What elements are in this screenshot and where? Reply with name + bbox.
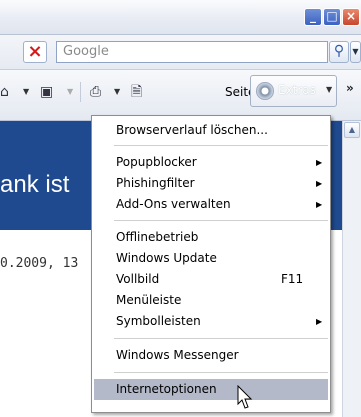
menu-item-browserverlauf[interactable]: Browserverlauf löschen... (92, 120, 330, 141)
search-options-dropdown[interactable]: ▼ (350, 41, 361, 63)
menu-item-popupblocker[interactable]: Popupblocker ▶ (92, 152, 330, 173)
menu-item-label: Browserverlauf löschen... (116, 123, 268, 137)
feeds-icon[interactable]: ▣ (40, 81, 53, 103)
close-button[interactable]: × (342, 8, 360, 26)
menu-item-label: Add-Ons verwalten (116, 197, 231, 211)
minimize-button[interactable]: _ (304, 8, 322, 26)
vertical-scrollbar[interactable]: ▲ (342, 121, 361, 417)
scroll-up-arrow-icon[interactable]: ▲ (344, 122, 360, 138)
home-dropdown-arrow[interactable]: ▼ (23, 81, 29, 103)
submenu-arrow-icon: ▶ (316, 179, 323, 188)
menu-item-vollbild[interactable]: Vollbild F11 (92, 269, 330, 290)
banner-text: ank ist (0, 171, 70, 198)
print-dropdown-arrow[interactable]: ▼ (114, 81, 120, 103)
toolbar-overflow-chevron-icon[interactable]: » (346, 81, 354, 95)
menu-item-label: Phishingfilter (116, 176, 195, 190)
home-icon[interactable]: ⌂ (0, 81, 9, 103)
menu-item-offlinebetrieb[interactable]: Offlinebetrieb (92, 227, 330, 248)
title-bar: _ □ × (0, 0, 361, 35)
menu-item-menueleiste[interactable]: Menüleiste (92, 290, 330, 311)
mouse-cursor-icon (237, 385, 253, 409)
address-search-bar: × Google ⚲ ▼ (0, 35, 361, 70)
command-bar: ⌂ ▼ ▣ ▼ ⎙ ▼ 🗎 Seite ▼ Extras ▼ » (0, 70, 361, 121)
menu-separator (114, 338, 328, 339)
menu-item-label: Symbolleisten (116, 314, 201, 328)
menu-item-label: Offlinebetrieb (116, 230, 199, 244)
menu-item-phishingfilter[interactable]: Phishingfilter ▶ (92, 173, 330, 194)
menu-item-label: Windows Update (116, 251, 217, 265)
toolbar-separator (80, 82, 81, 102)
menu-item-label: Popupblocker (116, 155, 197, 169)
page-icon[interactable]: 🗎 (131, 81, 142, 103)
submenu-arrow-icon: ▶ (316, 200, 323, 209)
menu-item-label: Menüleiste (116, 293, 182, 307)
shortcut-label: F11 (281, 272, 304, 286)
menu-item-label: Vollbild (116, 272, 160, 286)
menu-separator (114, 145, 328, 146)
menu-separator (114, 220, 328, 221)
extras-dropdown-menu: Browserverlauf löschen... Popupblocker ▶… (91, 115, 331, 413)
menu-item-windows-update[interactable]: Windows Update (92, 248, 330, 269)
maximize-button[interactable]: □ (323, 8, 341, 26)
print-icon[interactable]: ⎙ (90, 81, 101, 103)
search-icon[interactable]: ⚲ (329, 41, 349, 63)
submenu-arrow-icon: ▶ (316, 158, 323, 167)
extras-dropdown-arrow: ▼ (326, 85, 333, 94)
search-input[interactable]: Google (56, 41, 328, 63)
feeds-dropdown-arrow: ▼ (67, 87, 74, 96)
menu-item-internetoptionen[interactable]: Internetoptionen (94, 379, 328, 400)
menu-item-label: Windows Messenger (116, 348, 239, 362)
submenu-arrow-icon: ▶ (316, 317, 323, 326)
stop-icon[interactable]: × (23, 41, 47, 63)
menu-separator (114, 372, 328, 373)
extras-label: Extras (278, 83, 316, 97)
menu-item-symbolleisten[interactable]: Symbolleisten ▶ (92, 311, 330, 332)
extras-menu-button[interactable]: Extras ▼ (250, 75, 337, 107)
date-text: 0.2009, 13 (0, 256, 79, 271)
menu-item-label: Internetoptionen (116, 382, 217, 396)
menu-item-windows-messenger[interactable]: Windows Messenger (92, 345, 330, 366)
menu-item-add-ons[interactable]: Add-Ons verwalten ▶ (92, 194, 330, 215)
gear-icon (256, 82, 274, 100)
